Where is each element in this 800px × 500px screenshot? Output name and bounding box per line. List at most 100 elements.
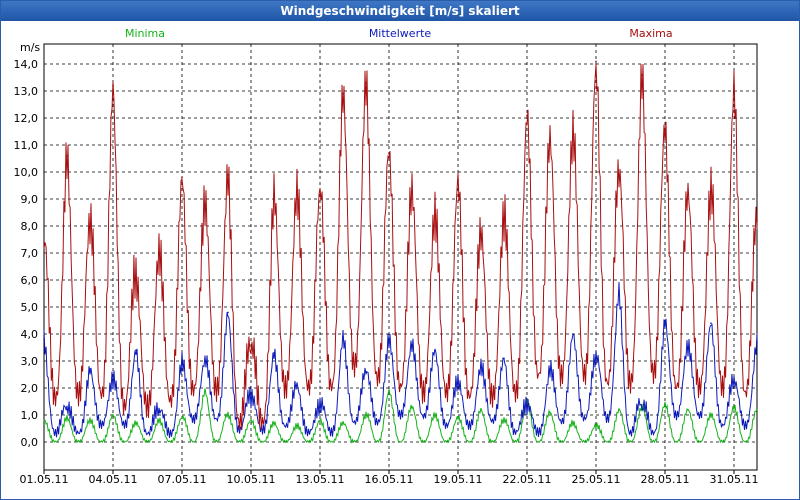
data-point-mittelwerte [388,338,390,341]
legend-minima: Minima [125,27,165,40]
y-tick-label: 14,0 [14,58,39,71]
data-point-mittelwerte [756,341,758,343]
data-point-maxima [296,190,298,192]
data-point-minima [319,419,321,422]
y-tick-label: 9,0 [21,193,39,206]
data-point-maxima [618,173,620,176]
data-point-maxima [641,74,643,76]
data-point-mittelwerte [43,338,45,341]
data-point-mittelwerte [66,408,68,411]
wind-speed-chart: 0,0 1,0 2,0 3,0 4,0 5,0 6,0 7,0 8,0 9,0 10,0 11,0 12… [14,27,759,486]
y-tick-label: 7,0 [21,247,39,260]
data-point-minima [710,414,712,416]
data-point-mittelwerte [204,360,206,362]
data-point-mittelwerte [687,346,689,349]
data-point-minima [595,425,597,427]
data-point-minima [250,419,252,422]
x-tick-label: 01.05.11 [20,473,69,486]
legend-mittelwerte: Mittelwerte [369,27,432,40]
data-point-minima [227,414,229,416]
plot-area [43,43,758,471]
data-point-minima [204,389,206,392]
x-tick-label: 10.05.11 [227,473,276,486]
data-point-maxima [342,92,344,95]
y-tick-label: 5,0 [21,301,39,314]
data-point-minima [273,422,275,424]
data-point-minima [434,414,436,416]
data-point-maxima [480,233,482,235]
data-point-mittelwerte [273,352,275,354]
data-point-maxima [388,152,390,154]
data-point-mittelwerte [457,381,459,384]
data-point-maxima [66,155,68,157]
data-point-minima [480,408,482,411]
data-point-maxima [227,173,229,176]
data-point-maxima [687,192,689,195]
y-axis-unit: m/s [20,41,40,54]
data-point-maxima [526,114,528,117]
data-point-maxima [319,190,321,192]
data-point-maxima [365,82,367,84]
y-tick-label: 0,0 [21,436,39,449]
data-point-minima [66,416,68,419]
data-point-mittelwerte [319,406,321,408]
data-point-mittelwerte [664,319,666,322]
data-point-mittelwerte [342,335,344,338]
data-point-mittelwerte [158,411,160,414]
data-point-minima [503,419,505,422]
data-point-maxima [595,60,597,63]
data-point-maxima [43,241,45,243]
x-tick-label: 19.05.11 [434,473,483,486]
data-point-maxima [756,219,758,222]
data-point-mittelwerte [595,357,597,360]
data-point-mittelwerte [618,290,620,292]
x-tick-label: 13.05.11 [296,473,345,486]
data-point-maxima [181,176,183,179]
data-point-minima [664,403,666,406]
data-point-maxima [158,252,160,254]
data-point-minima [296,425,298,427]
data-point-mittelwerte [89,368,91,370]
data-point-maxima [112,84,114,87]
data-point-minima [89,419,91,422]
data-point-minima [756,408,758,411]
x-tick-label: 04.05.11 [89,473,138,486]
x-tick-label: 07.05.11 [158,473,207,486]
x-tick-label: 25.05.11 [572,473,621,486]
data-point-mittelwerte [526,406,528,408]
data-point-maxima [250,352,252,354]
data-point-mittelwerte [365,371,367,373]
y-tick-label: 12,0 [14,112,39,125]
data-point-maxima [457,179,459,181]
data-point-minima [572,422,574,424]
data-point-minima [112,414,114,416]
data-point-mittelwerte [503,357,505,360]
data-point-mittelwerte [641,408,643,411]
data-point-minima [43,419,45,422]
y-tick-label: 13,0 [14,85,39,98]
data-point-mittelwerte [733,381,735,384]
data-point-minima [733,406,735,408]
data-point-maxima [503,217,505,219]
y-tick-label: 10,0 [14,166,39,179]
y-tick-label: 3,0 [21,355,39,368]
data-point-minima [181,416,183,419]
data-point-maxima [664,128,666,130]
data-point-minima [549,411,551,414]
y-tick-label: 4,0 [21,328,39,341]
data-point-mittelwerte [296,384,298,387]
y-tick-label: 11,0 [14,139,39,152]
data-point-minima [365,414,367,416]
y-tick-label: 6,0 [21,274,39,287]
data-point-mittelwerte [112,379,114,381]
data-point-minima [618,408,620,411]
data-point-minima [342,422,344,424]
x-tick-label: 16.05.11 [365,473,414,486]
data-point-mittelwerte [135,349,137,352]
data-point-mittelwerte [250,398,252,400]
data-point-mittelwerte [411,344,413,346]
y-tick-label: 1,0 [21,409,39,422]
data-point-maxima [710,190,712,192]
data-point-minima [158,419,160,422]
legend-maxima: Maxima [629,27,672,40]
